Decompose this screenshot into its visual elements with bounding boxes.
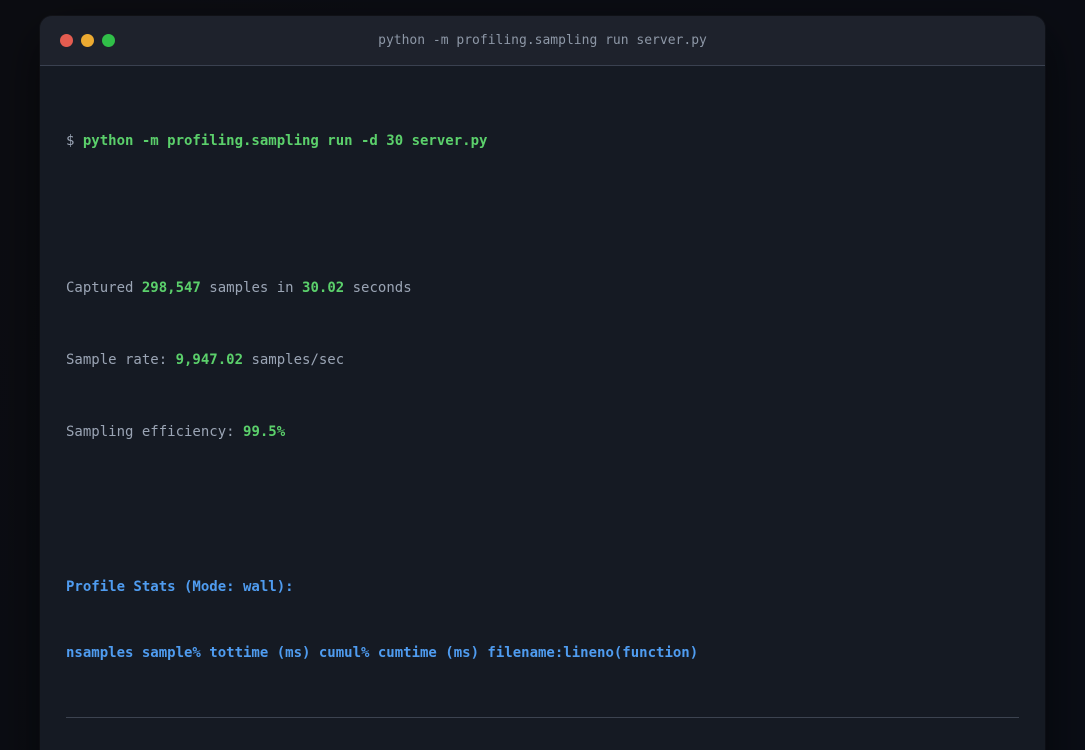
command-prompt-line: $ python -m profiling.sampling run -d 30… <box>66 130 1019 152</box>
titlebar: python -m profiling.sampling run server.… <box>40 16 1045 66</box>
table-divider <box>66 717 1019 718</box>
prompt-symbol: $ <box>66 133 83 149</box>
captured-samples-line: Captured 298,547 samples in 30.02 second… <box>66 280 412 296</box>
profile-columns-header: nsamples sample% tottime (ms) cumul% cum… <box>66 645 699 661</box>
window-title: python -m profiling.sampling run server.… <box>378 33 707 48</box>
traffic-lights <box>60 34 115 47</box>
profile-stats-title: Profile Stats (Mode: wall): <box>66 579 294 595</box>
terminal-window: python -m profiling.sampling run server.… <box>40 16 1045 750</box>
terminal-content[interactable]: $ python -m profiling.sampling run -d 30… <box>40 66 1045 750</box>
zoom-button[interactable] <box>102 34 115 47</box>
close-button[interactable] <box>60 34 73 47</box>
sampling-efficiency-line: Sampling efficiency: 99.5% <box>66 424 286 440</box>
minimize-button[interactable] <box>81 34 94 47</box>
capture-stats: Captured 298,547 samples in 30.02 second… <box>66 230 1019 490</box>
sample-rate-line: Sample rate: 9,947.02 samples/sec <box>66 352 345 368</box>
command-text: python -m profiling.sampling run -d 30 s… <box>82 133 488 149</box>
